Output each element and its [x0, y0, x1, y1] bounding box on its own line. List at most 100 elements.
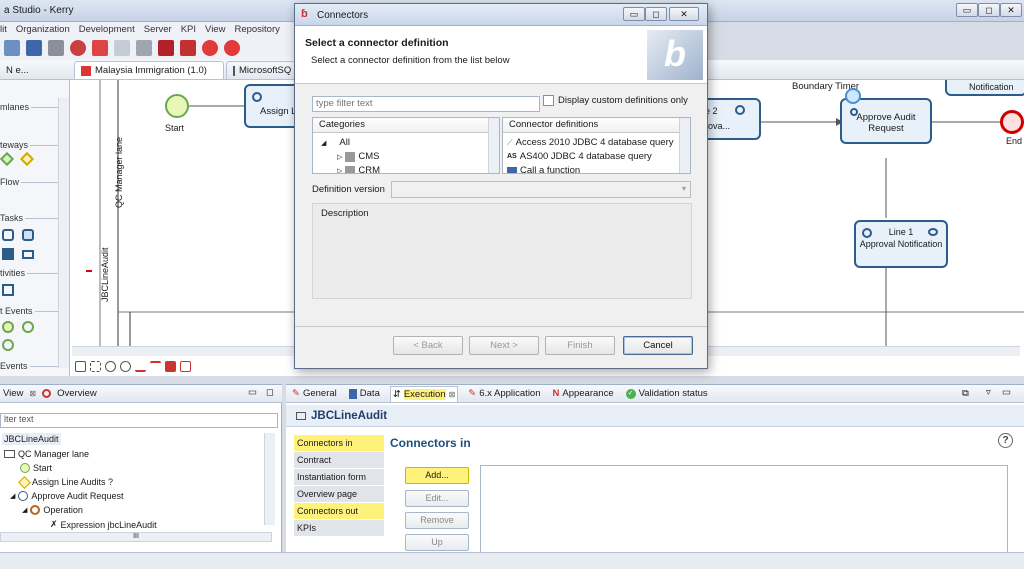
start-event[interactable]	[165, 94, 189, 118]
side-tab-connectors-in[interactable]: Connectors in	[294, 435, 384, 452]
menu-item-kpi[interactable]: KPI	[181, 24, 196, 35]
categories-list[interactable]: Categories ◢ All ▷ CMS ▷ CRM	[312, 117, 500, 174]
tab-malaysia-immigration[interactable]: Malaysia Immigration (1.0)	[74, 61, 224, 79]
close-view-icon[interactable]: ⊠	[29, 389, 36, 398]
side-tab-connectors-out[interactable]: Connectors out	[294, 503, 384, 520]
move-up-button[interactable]: Up	[405, 534, 469, 551]
collapse-icon[interactable]: ◢	[321, 139, 326, 147]
start-event-icon[interactable]	[2, 321, 14, 333]
select-icon[interactable]	[75, 360, 86, 372]
back-button[interactable]: < Back	[393, 336, 463, 355]
debug-icon[interactable]	[224, 40, 240, 56]
finish-button[interactable]: Finish	[545, 336, 615, 355]
tree-item-approve[interactable]: ◢ Approve Audit Request	[10, 491, 123, 501]
timer-start-icon[interactable]	[22, 321, 34, 333]
export-icon[interactable]	[92, 40, 108, 56]
palette-section-start-events[interactable]: t Events	[0, 306, 69, 316]
script-task-icon[interactable]	[22, 229, 34, 241]
minimize-panel-icon[interactable]: ▭	[248, 387, 257, 398]
tab-general[interactable]: ✎ General	[290, 386, 339, 402]
tab-overview[interactable]: Overview	[57, 388, 97, 399]
palette-section-activities[interactable]: tivities	[0, 268, 68, 278]
line1-task[interactable]: Line 1 Approval Notification	[854, 220, 948, 268]
category-all[interactable]: ◢ All	[321, 137, 350, 148]
menu-item-organization[interactable]: Organization	[16, 24, 70, 35]
tree-item-expression[interactable]: ✗ Expression jbcLineAudit	[50, 519, 157, 530]
cancel-button[interactable]: Cancel	[623, 336, 693, 355]
new-icon[interactable]	[4, 40, 20, 56]
design-icon[interactable]	[158, 40, 174, 56]
palette-section-swimlanes[interactable]: mlanes	[0, 102, 69, 112]
side-tab-overview-page[interactable]: Overview page	[294, 486, 384, 503]
maximize-button[interactable]: ◻	[978, 3, 1000, 17]
definition-call-function[interactable]: Call a function	[507, 165, 580, 173]
wrench-icon[interactable]	[180, 40, 196, 56]
side-tab-instantiation-form[interactable]: Instantiation form	[294, 469, 384, 486]
notification-task[interactable]: Notification	[945, 80, 1024, 96]
tab-palette[interactable]: N e...	[0, 61, 70, 79]
end-event[interactable]	[1000, 110, 1024, 134]
align-icon[interactable]	[135, 361, 146, 372]
side-tab-kpis[interactable]: KPIs	[294, 520, 384, 537]
run-icon[interactable]	[202, 40, 218, 56]
tree-item-operation[interactable]: ◢ Operation	[22, 505, 83, 515]
expand-icon[interactable]: ◢	[22, 506, 27, 514]
tab-data[interactable]: Data	[347, 386, 382, 402]
menu-item-view[interactable]: View	[205, 24, 225, 35]
tab-appearance[interactable]: N Appearance	[551, 386, 616, 402]
palette-section-flow[interactable]: Flow	[0, 177, 62, 187]
tab-validation-status[interactable]: ✓ Validation status	[624, 386, 710, 402]
definition-filter-input[interactable]: type filter text	[312, 96, 540, 112]
menu-item-repository[interactable]: Repository	[234, 24, 279, 35]
checkbox-box[interactable]	[543, 95, 554, 106]
gateway-icon[interactable]	[0, 151, 15, 167]
next-button[interactable]: Next >	[469, 336, 539, 355]
tab-6x-application[interactable]: ✎ 6.x Application	[466, 386, 542, 402]
subprocess-icon[interactable]	[2, 284, 14, 296]
definition-as400[interactable]: AS AS400 JDBC 4 database query	[507, 151, 652, 162]
menu-item-server[interactable]: Server	[144, 24, 172, 35]
tab-execution[interactable]: ⇵ Execution ⊠	[389, 385, 459, 402]
help-icon[interactable]: ?	[998, 433, 1013, 448]
document-icon[interactable]	[114, 40, 130, 56]
dialog-close-button[interactable]: ✕	[669, 7, 699, 21]
minimize-panel-icon[interactable]: ▭	[1002, 387, 1011, 398]
expand-icon[interactable]: ▷	[337, 167, 342, 174]
service-task-icon[interactable]	[2, 248, 14, 260]
tree-item-assign[interactable]: Assign Line Audits ?	[18, 475, 113, 489]
layout-icon[interactable]	[180, 360, 191, 372]
menu-item-file[interactable]: lit	[0, 24, 7, 35]
marquee-icon[interactable]	[90, 360, 101, 372]
human-task-icon[interactable]	[2, 229, 14, 241]
palette-section-events[interactable]: Events	[0, 361, 69, 371]
zoom-in-icon[interactable]	[105, 360, 116, 372]
gateway-xor-icon[interactable]	[19, 151, 35, 167]
dialog-minimize-button[interactable]: ▭	[623, 7, 645, 21]
edit-connector-button[interactable]: Edit...	[405, 490, 469, 507]
print-icon[interactable]	[48, 40, 64, 56]
categories-scrollbar[interactable]	[488, 118, 499, 173]
new-view-icon[interactable]: ⧉	[962, 388, 969, 399]
message-start-icon[interactable]	[2, 339, 14, 351]
definition-access-2010[interactable]: ⟋ Access 2010 JDBC 4 database query	[507, 137, 674, 148]
tab-tree-view[interactable]: View	[3, 388, 23, 399]
category-crm[interactable]: ▷ CRM	[337, 165, 380, 174]
side-tab-contract[interactable]: Contract	[294, 452, 384, 469]
save-icon[interactable]	[26, 40, 42, 56]
expand-icon[interactable]: ◢	[10, 492, 15, 500]
tree-horizontal-scrollbar[interactable]: III	[0, 532, 272, 542]
dialog-maximize-button[interactable]: ◻	[645, 7, 667, 21]
tree-vertical-scrollbar[interactable]	[264, 433, 275, 525]
definitions-scrollbar[interactable]	[679, 118, 690, 173]
palette-scrollbar[interactable]	[58, 98, 69, 368]
menu-item-development[interactable]: Development	[79, 24, 135, 35]
arrange-icon[interactable]	[165, 360, 176, 372]
category-cms[interactable]: ▷ CMS	[337, 151, 380, 162]
tree-item-start[interactable]: Start	[20, 463, 52, 473]
tree-item-jbclineaudit[interactable]: JBCLineAudit	[2, 433, 61, 445]
connectors-list[interactable]	[480, 465, 1008, 553]
tab-microsoftsql[interactable]: MicrosoftSQ	[226, 61, 296, 79]
connector-definitions-list[interactable]: Connector definitions ⟋ Access 2010 JDBC …	[502, 117, 691, 174]
tree-item-lane[interactable]: QC Manager lane	[4, 449, 89, 459]
distribute-icon[interactable]	[150, 360, 161, 372]
